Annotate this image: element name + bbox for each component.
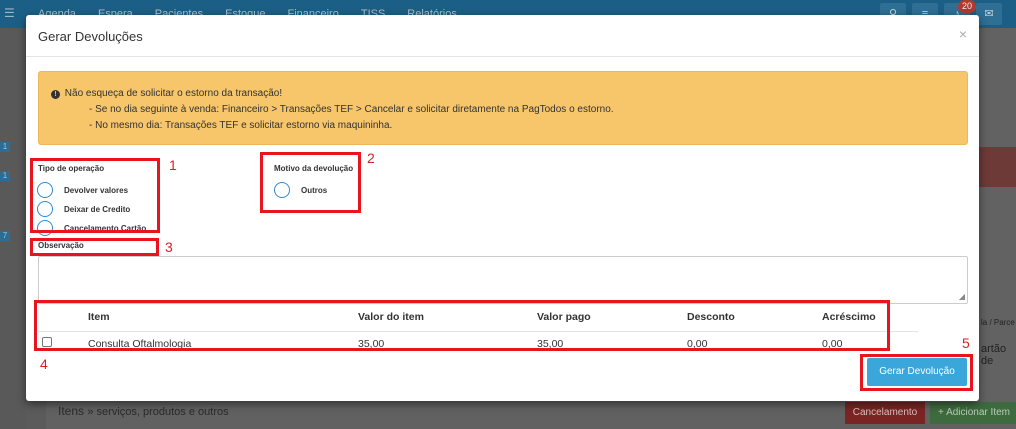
chat-icon[interactable]: ✉ [976, 3, 1002, 25]
resize-handle-icon[interactable]: ◢ [959, 293, 965, 301]
modal-header: Gerar Devoluções × [26, 15, 979, 57]
background-add-item-button: + Adicionar Item ▾ [930, 402, 1016, 424]
generate-returns-modal: Gerar Devoluções × ! Não esqueça de soli… [26, 15, 979, 401]
annotation-box-1 [30, 158, 160, 233]
alert-line: - No mesmo dia: Transações TEF e solicit… [89, 120, 393, 131]
background-items-bar: Itens » serviços, produtos e outros [46, 400, 979, 429]
background-red-block [979, 147, 1016, 187]
info-icon: ! [51, 90, 60, 99]
sidebar-count: 1 [0, 142, 10, 152]
annotation-box-3 [30, 238, 159, 256]
alert-line: - Se no dia seguinte à venda: Financeiro… [89, 104, 614, 115]
annotation-marker: 3 [165, 239, 173, 255]
background-right-panel [979, 28, 1016, 429]
observation-textarea[interactable]: ◢ [38, 256, 968, 304]
background-sidebar [0, 28, 26, 429]
itens-subtitle: » serviços, produtos e outros [87, 406, 229, 418]
alert-line: Não esqueça de solicitar o estorno da tr… [64, 88, 283, 99]
background-text: artão de [981, 343, 1007, 367]
annotation-marker: 5 [962, 335, 970, 351]
notification-badge: 20 [957, 0, 976, 13]
sidebar-count: 1 [0, 171, 10, 181]
itens-label: Itens [58, 404, 85, 418]
menu-icon[interactable]: ☰ [4, 6, 15, 20]
annotation-marker: 4 [40, 356, 48, 372]
warning-alert: ! Não esqueça de solicitar o estorno da … [38, 71, 968, 145]
annotation-box-2 [260, 152, 361, 213]
background-text: la / Parce [981, 318, 1015, 327]
itens-heading: Itens » serviços, produtos e outros [58, 404, 229, 418]
annotation-marker: 2 [367, 150, 375, 166]
sidebar-count: 7 [0, 231, 10, 241]
annotation-box-5 [860, 354, 973, 391]
annotation-marker: 1 [169, 157, 177, 173]
annotation-box-4 [34, 300, 890, 351]
background-cancel-button: Cancelamento [845, 402, 925, 424]
close-icon[interactable]: × [959, 26, 967, 42]
modal-title: Gerar Devoluções [38, 29, 143, 44]
